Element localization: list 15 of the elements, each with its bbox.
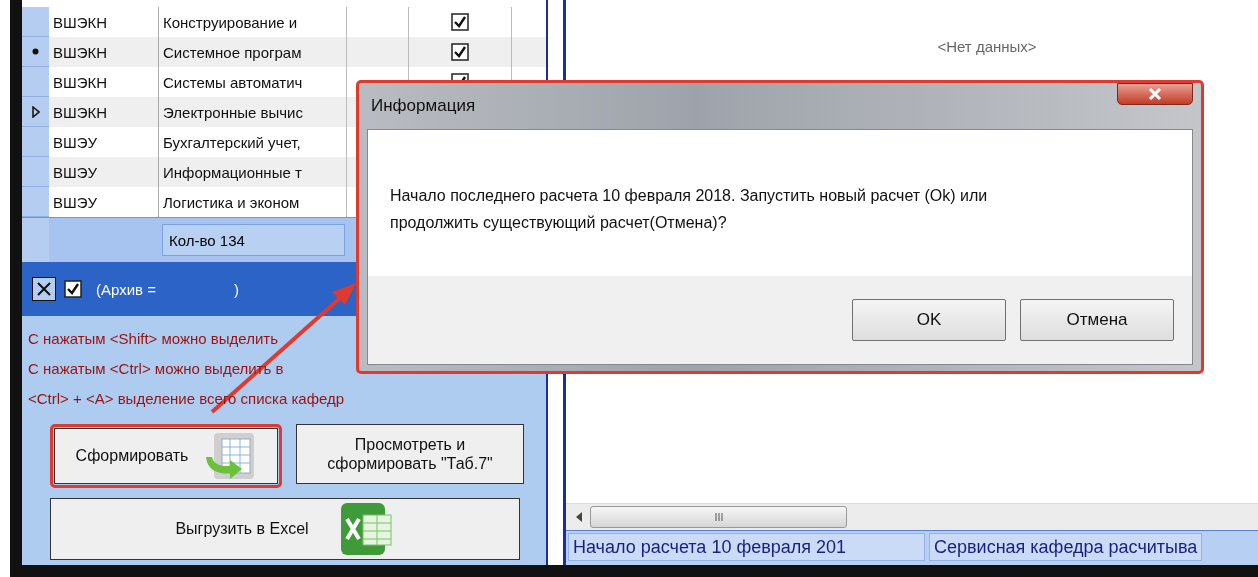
filter-label: (Архив = (96, 280, 156, 298)
table-cell: ВШЭКН (49, 97, 159, 127)
table-cell: Информационные т (159, 157, 347, 187)
table-cell: Электронные вычис (159, 97, 347, 127)
dialog-message: Начало последнего расчета 10 февраля 2018. Запустить новый расчет (Ok) или продолжить существующий расчет(Отмена)? (390, 187, 988, 231)
empty-message: <Нет данных> (937, 38, 1037, 57)
row-count: Кол-во 134 (162, 224, 345, 256)
status-panel: Начало расчета 10 февраля 201 (568, 533, 925, 561)
table-cell: ВШЭУ (49, 157, 159, 187)
table-cell: ВШЭКН (49, 37, 159, 67)
table-cell: Системное програм (159, 37, 347, 67)
filter-label: ) (233, 280, 239, 298)
status-panel: Сервисная кафедра расчитыва (929, 533, 1203, 561)
hint-text: С нажатым <Shift> можно выделить (28, 329, 279, 349)
dialog-title: Информация (371, 96, 476, 116)
